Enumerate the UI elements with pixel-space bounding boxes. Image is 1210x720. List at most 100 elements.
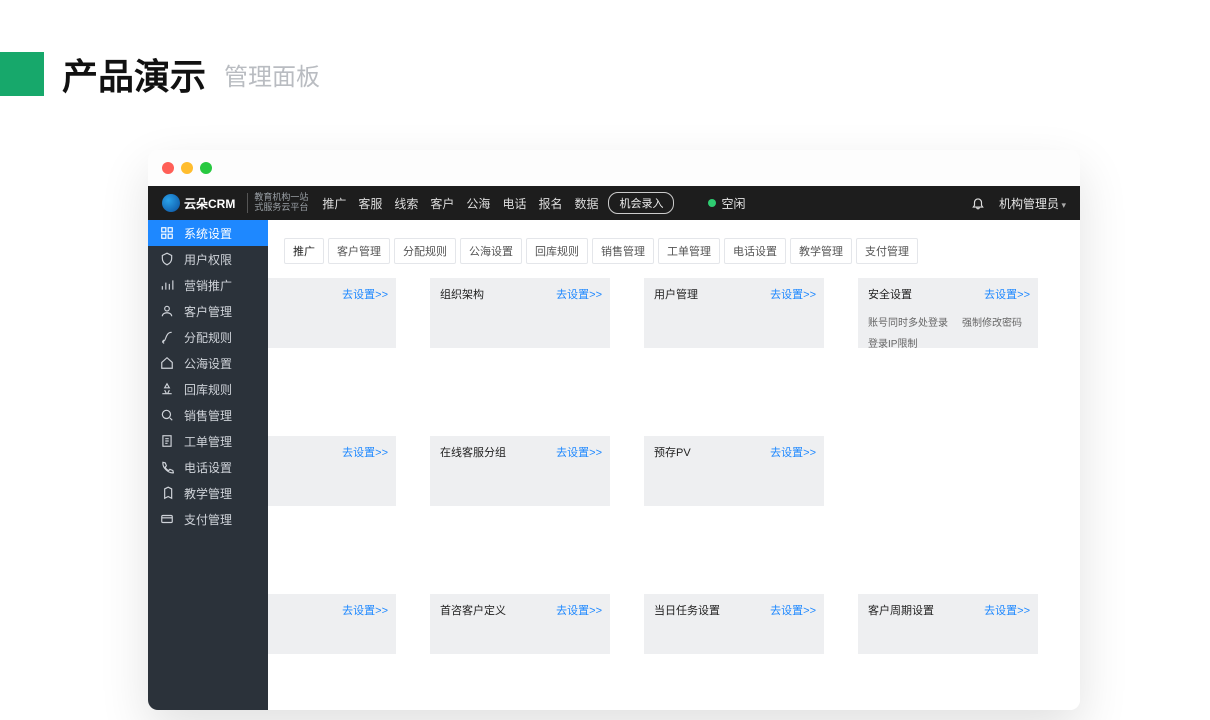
status-label: 空闲 xyxy=(721,195,745,212)
go-settings-link[interactable]: 去设置>> xyxy=(770,286,816,302)
go-settings-link[interactable]: 去设置>> xyxy=(984,286,1030,302)
tab[interactable]: 回库规则 xyxy=(526,238,588,264)
go-settings-link[interactable]: 去设置>> xyxy=(342,286,388,302)
accent-square xyxy=(0,52,44,96)
go-settings-link[interactable]: 去设置>> xyxy=(770,444,816,460)
tab[interactable]: 推广 xyxy=(284,238,324,264)
logo-text: 云朵CRM xyxy=(184,195,235,212)
doc-icon xyxy=(160,434,174,448)
cards-row-2: 去设置>> 在线客服分组 去设置>> 预存PV 去设置>> xyxy=(268,436,1064,506)
topnav-item[interactable]: 报名 xyxy=(538,195,562,212)
tab[interactable]: 电话设置 xyxy=(724,238,786,264)
settings-card: 去设置>> xyxy=(268,436,396,506)
sidebar-item-assign-rules[interactable]: 分配规则 xyxy=(148,324,268,350)
cards-row-1: 去设置>> 组织架构 去设置>> 用户管理 去设置>> 安全设置 去设置>> 账… xyxy=(268,278,1064,348)
settings-card: 去设置>> xyxy=(268,278,396,348)
card-sub-item[interactable]: 账号同时多处登录 xyxy=(868,314,948,329)
sidebar-item-customer-mgmt[interactable]: 客户管理 xyxy=(148,298,268,324)
go-settings-link[interactable]: 去设置>> xyxy=(342,444,388,460)
sidebar-item-label: 公海设置 xyxy=(184,355,232,372)
slide-title-sub: 管理面板 xyxy=(224,57,320,92)
slide-title-main: 产品演示 xyxy=(62,48,206,100)
topnav-item[interactable]: 数据 xyxy=(574,195,598,212)
shield-icon xyxy=(160,252,174,266)
minimize-dot[interactable] xyxy=(181,162,193,174)
settings-card-customer-cycle: 客户周期设置 去设置>> xyxy=(858,594,1038,654)
browser-frame: 云朵CRM 教育机构一站 式服务云平台 推广 客服 线索 客户 公海 电话 报名… xyxy=(148,150,1080,710)
logo-swirl-icon xyxy=(162,194,180,212)
topnav-item[interactable]: 电话 xyxy=(502,195,526,212)
topbar: 云朵CRM 教育机构一站 式服务云平台 推广 客服 线索 客户 公海 电话 报名… xyxy=(148,186,1080,220)
sidebar-item-label: 分配规则 xyxy=(184,329,232,346)
logo: 云朵CRM xyxy=(162,194,235,212)
tab[interactable]: 分配规则 xyxy=(394,238,456,264)
sidebar-item-teaching-mgmt[interactable]: 教学管理 xyxy=(148,480,268,506)
sidebar-item-label: 教学管理 xyxy=(184,485,232,502)
slide-title: 产品演示 管理面板 xyxy=(0,48,320,100)
sidebar-item-sales-mgmt[interactable]: 销售管理 xyxy=(148,402,268,428)
topnav-item[interactable]: 客户 xyxy=(430,195,454,212)
topnav: 推广 客服 线索 客户 公海 电话 报名 数据 xyxy=(322,195,598,212)
tab[interactable]: 工单管理 xyxy=(658,238,720,264)
tab[interactable]: 公海设置 xyxy=(460,238,522,264)
sidebar-item-label: 客户管理 xyxy=(184,303,232,320)
topnav-item[interactable]: 公海 xyxy=(466,195,490,212)
phone-icon xyxy=(160,460,174,474)
settings-card-online-service-group: 在线客服分组 去设置>> xyxy=(430,436,610,506)
tab[interactable]: 支付管理 xyxy=(856,238,918,264)
settings-card-first-consult: 首咨客户定义 去设置>> xyxy=(430,594,610,654)
sidebar-item-ticket-mgmt[interactable]: 工单管理 xyxy=(148,428,268,454)
user-menu[interactable]: 机构管理员 xyxy=(999,195,1066,212)
grid-icon xyxy=(160,226,174,240)
go-settings-link[interactable]: 去设置>> xyxy=(556,602,602,618)
sidebar-item-label: 回库规则 xyxy=(184,381,232,398)
sidebar-item-public-pool[interactable]: 公海设置 xyxy=(148,350,268,376)
sidebar: 系统设置 用户权限 营销推广 客户管理 分配规则 公海设置 xyxy=(148,220,268,710)
sidebar-item-label: 销售管理 xyxy=(184,407,232,424)
status-indicator: 空闲 xyxy=(708,195,745,212)
route-icon xyxy=(160,330,174,344)
tab[interactable]: 客户管理 xyxy=(328,238,390,264)
cards-row-3: 去设置>> 首咨客户定义 去设置>> 当日任务设置 去设置>> 客户周期设置 去… xyxy=(268,594,1064,654)
content-area: 推广 客户管理 分配规则 公海设置 回库规则 销售管理 工单管理 电话设置 教学… xyxy=(268,220,1080,710)
bars-icon xyxy=(160,278,174,292)
tab[interactable]: 销售管理 xyxy=(592,238,654,264)
topnav-item[interactable]: 推广 xyxy=(322,195,346,212)
sidebar-item-marketing[interactable]: 营销推广 xyxy=(148,272,268,298)
card-sub-item[interactable]: 强制修改密码 xyxy=(962,314,1022,329)
card-sub-item[interactable]: 登录IP限制 xyxy=(868,335,917,350)
window-controls xyxy=(148,150,1080,186)
settings-card-user-mgmt: 用户管理 去设置>> xyxy=(644,278,824,348)
go-settings-link[interactable]: 去设置>> xyxy=(770,602,816,618)
status-dot-icon xyxy=(708,199,716,207)
sidebar-item-label: 电话设置 xyxy=(184,459,232,476)
card-icon xyxy=(160,512,174,526)
sidebar-item-label: 用户权限 xyxy=(184,251,232,268)
card-sub-items: 账号同时多处登录 强制修改密码 登录IP限制 xyxy=(868,314,1028,350)
book-icon xyxy=(160,486,174,500)
topnav-item[interactable]: 客服 xyxy=(358,195,382,212)
settings-card-reserve-pv: 预存PV 去设置>> xyxy=(644,436,824,506)
sidebar-item-phone-settings[interactable]: 电话设置 xyxy=(148,454,268,480)
sidebar-item-return-rules[interactable]: 回库规则 xyxy=(148,376,268,402)
sidebar-item-label: 工单管理 xyxy=(184,433,232,450)
recycle-icon xyxy=(160,382,174,396)
topnav-item[interactable]: 线索 xyxy=(394,195,418,212)
close-dot[interactable] xyxy=(162,162,174,174)
bell-icon[interactable] xyxy=(971,196,985,210)
sidebar-item-label: 系统设置 xyxy=(184,225,232,242)
record-opportunity-button[interactable]: 机会录入 xyxy=(608,192,674,214)
sidebar-item-system-settings[interactable]: 系统设置 xyxy=(148,220,268,246)
sidebar-item-payment-mgmt[interactable]: 支付管理 xyxy=(148,506,268,532)
go-settings-link[interactable]: 去设置>> xyxy=(556,444,602,460)
sale-icon xyxy=(160,408,174,422)
tab[interactable]: 教学管理 xyxy=(790,238,852,264)
go-settings-link[interactable]: 去设置>> xyxy=(556,286,602,302)
go-settings-link[interactable]: 去设置>> xyxy=(984,602,1030,618)
go-settings-link[interactable]: 去设置>> xyxy=(342,602,388,618)
logo-tagline: 教育机构一站 式服务云平台 xyxy=(247,193,308,213)
maximize-dot[interactable] xyxy=(200,162,212,174)
settings-card: 去设置>> xyxy=(268,594,396,654)
sidebar-item-user-permissions[interactable]: 用户权限 xyxy=(148,246,268,272)
settings-card-org: 组织架构 去设置>> xyxy=(430,278,610,348)
